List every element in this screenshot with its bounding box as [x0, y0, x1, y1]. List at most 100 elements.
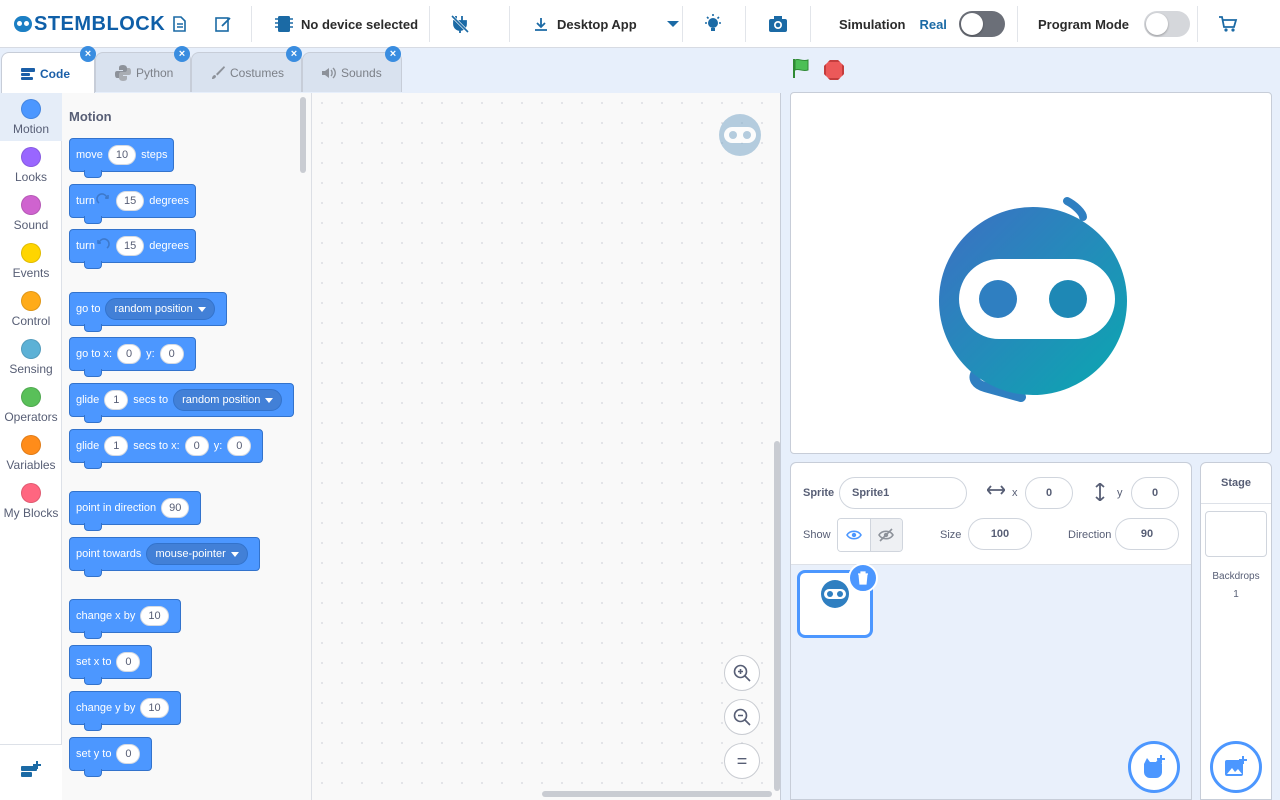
category-control[interactable]: Control [0, 285, 62, 333]
file-icon[interactable] [167, 12, 191, 36]
category-variables[interactable]: Variables [0, 429, 62, 477]
category-my-blocks[interactable]: My Blocks [0, 477, 62, 525]
block-input[interactable]: 0 [227, 436, 252, 456]
stage-controls [790, 56, 844, 84]
bulb-icon[interactable] [701, 12, 725, 36]
block-input[interactable]: 0 [116, 744, 141, 764]
plug-icon[interactable] [448, 12, 472, 36]
block-go-to-xy[interactable]: go to x: 0 y: 0 [69, 337, 196, 377]
add-sprite-icon [1144, 755, 1165, 778]
stage-thumbnail[interactable] [1205, 511, 1267, 557]
divider [429, 6, 430, 42]
events-color-dot [21, 243, 41, 263]
camera-icon[interactable] [766, 12, 790, 36]
cart-icon[interactable] [1216, 12, 1240, 36]
app-logo[interactable]: STEMBLOCK [14, 0, 165, 48]
simulation-toggle[interactable] [958, 11, 1005, 37]
block-set-x[interactable]: set x to 0 [69, 645, 153, 685]
show-visible-button[interactable] [838, 519, 870, 551]
tab-label: Costumes [230, 65, 285, 80]
block-point-direction[interactable]: point in direction 90 [69, 491, 202, 531]
x-input[interactable]: 0 [1025, 477, 1073, 509]
caret-down-icon [197, 306, 206, 312]
direction-input[interactable]: 90 [1115, 518, 1179, 550]
add-backdrop-button[interactable] [1210, 741, 1262, 793]
block-set-y[interactable]: set y to 0 [69, 737, 153, 777]
block-input[interactable]: 15 [115, 236, 145, 256]
category-operators[interactable]: Operators [0, 381, 62, 429]
add-sprite-button[interactable] [1128, 741, 1180, 793]
tab-costumes[interactable]: Costumes [191, 52, 302, 92]
direction-label: Direction [1068, 529, 1112, 541]
zoom-out-button[interactable] [724, 699, 760, 735]
block-input[interactable]: 10 [107, 145, 137, 165]
x-label: x [1012, 487, 1018, 499]
x-arrows-icon [986, 483, 1006, 500]
close-icon[interactable]: × [385, 46, 401, 62]
stage-canvas[interactable] [790, 92, 1272, 454]
block-input[interactable]: 1 [104, 390, 129, 410]
block-input[interactable]: 10 [140, 606, 169, 626]
block-input[interactable]: 0 [117, 344, 142, 364]
block-input[interactable]: 90 [161, 498, 190, 518]
size-input[interactable]: 100 [968, 518, 1032, 550]
device-selector[interactable]: No device selected [272, 0, 418, 48]
category-motion[interactable]: Motion [0, 93, 62, 141]
block-move-steps[interactable]: move 10 steps [69, 138, 175, 178]
show-label: Show [803, 529, 831, 541]
close-icon[interactable]: × [174, 46, 190, 62]
brush-icon [210, 65, 226, 81]
program-mode-switch: Program Mode [1038, 0, 1191, 48]
block-palette: Motion move 10 steps turn 15 degrees tur… [62, 93, 312, 800]
y-input[interactable]: 0 [1131, 477, 1179, 509]
category-label: Variables [6, 458, 56, 472]
palette-scrollbar[interactable] [300, 97, 306, 173]
green-flag-icon[interactable] [790, 57, 812, 84]
y-arrows-icon [1093, 482, 1107, 504]
category-looks[interactable]: Looks [0, 141, 62, 189]
workspace-vertical-scrollbar[interactable] [774, 441, 780, 791]
add-extension-icon [20, 760, 42, 785]
zoom-reset-button[interactable]: = [724, 743, 760, 779]
block-glide[interactable]: glide 1 secs to random position [69, 383, 295, 423]
zoom-in-button[interactable] [724, 655, 760, 691]
category-events[interactable]: Events [0, 237, 62, 285]
block-dropdown[interactable]: random position [105, 298, 215, 320]
add-extension-button[interactable] [0, 744, 62, 800]
block-input[interactable]: 0 [116, 652, 141, 672]
block-point-towards[interactable]: point towards mouse-pointer [69, 537, 260, 577]
program-mode-toggle[interactable] [1144, 11, 1191, 37]
category-label: Events [12, 266, 50, 280]
show-hidden-button[interactable] [869, 519, 902, 551]
block-input[interactable]: 0 [184, 436, 209, 456]
block-turn-left[interactable]: turn 15 degrees [69, 229, 196, 269]
robot-sprite[interactable] [937, 191, 1133, 407]
app-mode-selector[interactable]: Desktop App [529, 0, 685, 48]
block-input[interactable]: 0 [159, 344, 184, 364]
block-go-to[interactable]: go to random position [69, 292, 227, 332]
category-sound[interactable]: Sound [0, 189, 62, 237]
board-icon [272, 12, 296, 36]
edit-icon[interactable] [211, 12, 235, 36]
block-input[interactable]: 10 [140, 698, 169, 718]
block-change-y[interactable]: change y by 10 [69, 691, 181, 731]
show-toggle [837, 518, 903, 552]
python-icon [114, 64, 132, 82]
category-sensing[interactable]: Sensing [0, 333, 62, 381]
block-glide-xy[interactable]: glide 1 secs to x: 0 y: 0 [69, 429, 264, 469]
delete-sprite-button[interactable] [848, 563, 878, 593]
motion-color-dot [21, 99, 41, 119]
block-change-x[interactable]: change x by 10 [69, 599, 181, 639]
code-workspace[interactable]: = [312, 93, 781, 800]
sprite-name-input[interactable]: Sprite1 [839, 477, 967, 509]
block-dropdown[interactable]: random position [173, 389, 283, 411]
workspace-horizontal-scrollbar[interactable] [542, 791, 772, 797]
block-input[interactable]: 1 [104, 436, 129, 456]
divider [745, 6, 746, 42]
block-turn-right[interactable]: turn 15 degrees [69, 184, 196, 224]
close-icon[interactable]: × [80, 46, 96, 62]
close-icon[interactable]: × [286, 46, 302, 62]
stop-icon[interactable] [824, 60, 844, 80]
block-input[interactable]: 15 [115, 191, 145, 211]
block-dropdown[interactable]: mouse-pointer [146, 543, 248, 565]
